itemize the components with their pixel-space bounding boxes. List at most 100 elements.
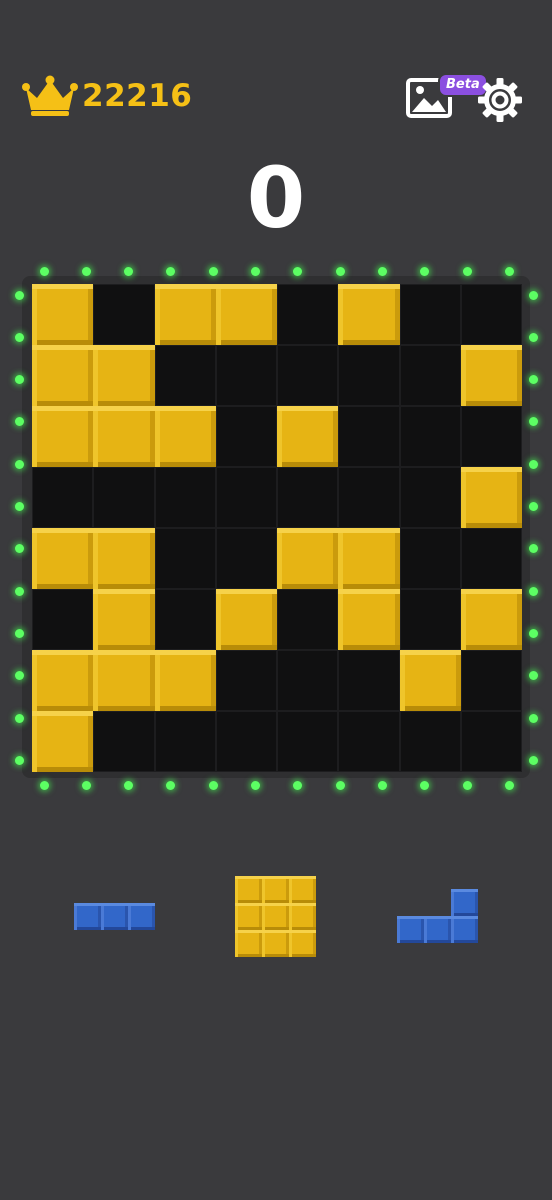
led-dot [124,780,134,790]
board-cell-filled[interactable] [93,650,155,711]
board-cell-empty[interactable] [215,467,277,528]
board-cell-empty[interactable] [154,711,216,772]
board-cell-empty[interactable] [154,345,216,406]
board-cell-empty[interactable] [215,406,277,467]
led-dot [208,780,218,790]
piece-block [289,903,316,930]
board-cell-empty[interactable] [399,589,461,650]
board-cell-filled[interactable] [338,528,400,589]
board-cell-empty[interactable] [277,589,339,650]
board-cell-empty[interactable] [154,528,216,589]
led-dot [528,417,538,427]
led-dot [504,266,514,276]
piece-block [128,903,155,930]
piece-block [235,876,262,903]
led-dot [462,780,472,790]
board-cell-filled[interactable] [338,284,400,345]
board-cell-filled[interactable] [215,284,277,345]
led-dot [528,332,538,342]
board-cell-filled[interactable] [93,345,155,406]
board-cell-empty[interactable] [215,711,277,772]
led-dot [251,266,260,276]
led-dot [377,780,387,790]
board-cell-empty[interactable] [32,467,94,528]
board-cell-empty[interactable] [460,406,522,467]
piece-block [235,930,262,957]
piece-block [262,876,289,903]
board-cell-empty[interactable] [277,467,339,528]
board-cell-empty[interactable] [460,528,522,589]
game-board[interactable] [32,284,522,772]
board-cell-empty[interactable] [460,650,522,711]
board-cell-filled[interactable] [93,406,155,467]
board-cell-filled[interactable] [277,528,339,589]
led-dot [14,459,24,469]
board-cell-filled[interactable] [32,284,94,345]
board-cell-filled[interactable] [32,406,94,467]
board-cell-filled[interactable] [32,345,94,406]
led-dot [528,375,538,385]
board-cell-filled[interactable] [93,589,155,650]
board-cell-filled[interactable] [154,650,216,711]
board-cell-filled[interactable] [460,345,522,406]
led-dot [166,780,176,790]
board-cell-empty[interactable] [338,467,400,528]
board-cell-empty[interactable] [154,467,216,528]
led-dot [528,628,538,638]
board-cell-filled[interactable] [32,711,94,772]
led-dot [528,544,538,554]
board-cell-empty[interactable] [338,406,400,467]
board-cell-empty[interactable] [399,345,461,406]
board-cell-empty[interactable] [338,711,400,772]
piece-block [101,903,128,930]
board-cell-empty[interactable] [399,467,461,528]
gear-icon [478,78,522,122]
board-cell-empty[interactable] [277,650,339,711]
led-dot [39,780,49,790]
led-dot [14,290,24,300]
board-cell-empty[interactable] [399,284,461,345]
board-cell-filled[interactable] [154,284,216,345]
board-cell-filled[interactable] [277,406,339,467]
board-cell-empty[interactable] [154,589,216,650]
board-cell-empty[interactable] [399,528,461,589]
piece-block [289,876,316,903]
gallery-button[interactable]: Beta [406,73,488,122]
board-cell-empty[interactable] [399,406,461,467]
board-cell-empty[interactable] [215,345,277,406]
board-cell-empty[interactable] [93,284,155,345]
board-cell-empty[interactable] [215,650,277,711]
board-cell-empty[interactable] [277,284,339,345]
board-cell-empty[interactable] [460,284,522,345]
board-cell-filled[interactable] [154,406,216,467]
led-dot [14,375,24,385]
best-score: 22216 [22,74,192,118]
led-dot [14,628,24,638]
board-cell-filled[interactable] [215,589,277,650]
led-dot [377,266,387,276]
board-cell-empty[interactable] [277,345,339,406]
board-cell-filled[interactable] [460,589,522,650]
board-cell-empty[interactable] [215,528,277,589]
led-dot [14,755,24,765]
settings-button[interactable] [477,77,523,123]
led-dot [528,671,538,681]
board-cell-filled[interactable] [399,650,461,711]
board-cell-empty[interactable] [32,589,94,650]
board-cell-filled[interactable] [32,528,94,589]
board-cell-empty[interactable] [338,650,400,711]
led-dot [335,780,345,790]
led-dot [14,332,24,342]
board-cell-filled[interactable] [32,650,94,711]
board-cell-empty[interactable] [93,711,155,772]
led-dot [14,586,24,596]
board-cell-empty[interactable] [338,345,400,406]
board-cell-empty[interactable] [460,711,522,772]
board-cell-empty[interactable] [399,711,461,772]
piece-block [424,916,451,943]
board-cell-empty[interactable] [93,467,155,528]
board-cell-filled[interactable] [93,528,155,589]
board-cell-empty[interactable] [277,711,339,772]
board-cell-filled[interactable] [338,589,400,650]
board-cell-filled[interactable] [460,467,522,528]
